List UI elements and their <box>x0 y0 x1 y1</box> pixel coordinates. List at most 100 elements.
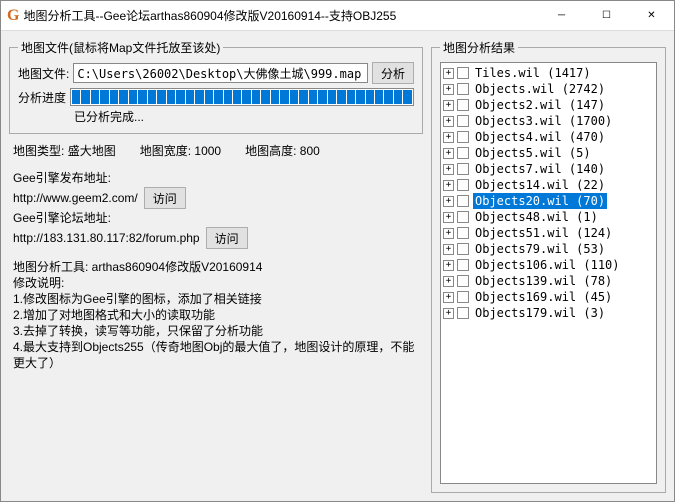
tree-label: Objects.wil (2742) <box>473 81 607 97</box>
expand-icon[interactable]: + <box>443 228 454 239</box>
expand-icon[interactable]: + <box>443 100 454 111</box>
tree-item[interactable]: + Objects7.wil (140) <box>443 161 654 177</box>
expand-icon[interactable]: + <box>443 116 454 127</box>
results-group: 地图分析结果 + Tiles.wil (1417) + Objects.wil (27… <box>431 39 666 493</box>
tree-label: Objects3.wil (1700) <box>473 113 614 129</box>
tree-item[interactable]: + Objects48.wil (1) <box>443 209 654 225</box>
tree-label: Objects14.wil (22) <box>473 177 607 193</box>
maximize-button[interactable]: ☐ <box>584 1 629 30</box>
expand-icon[interactable]: + <box>443 84 454 95</box>
window-title: 地图分析工具--Gee论坛arthas860904修改版V20160914--支… <box>23 7 396 24</box>
map-width-label: 地图宽度: <box>140 144 191 158</box>
tree-label: Objects4.wil (470) <box>473 129 607 145</box>
tree-item[interactable]: + Objects2.wil (147) <box>443 97 654 113</box>
expand-icon[interactable]: + <box>443 148 454 159</box>
tree-checkbox[interactable] <box>457 307 469 319</box>
map-height-label: 地图高度: <box>245 144 296 158</box>
tree-label: Objects20.wil (70) <box>473 193 607 209</box>
file-path-input[interactable] <box>73 63 368 83</box>
tool-title: 地图分析工具: arthas860904修改版V20160914 <box>13 259 419 275</box>
tree-checkbox[interactable] <box>457 83 469 95</box>
expand-icon[interactable]: + <box>443 244 454 255</box>
tree-label: Objects169.wil (45) <box>473 289 614 305</box>
tree-label: Objects179.wil (3) <box>473 305 607 321</box>
tree-item[interactable]: + Objects139.wil (78) <box>443 273 654 289</box>
tree-item[interactable]: + Objects106.wil (110) <box>443 257 654 273</box>
progress-bar <box>70 88 414 106</box>
app-window: G 地图分析工具--Gee论坛arthas860904修改版V20160914-… <box>0 0 675 502</box>
tree-item[interactable]: + Objects.wil (2742) <box>443 81 654 97</box>
tree-label: Objects7.wil (140) <box>473 161 607 177</box>
visit-publish-button[interactable]: 访问 <box>144 187 186 209</box>
file-group: 地图文件(鼠标将Map文件托放至该处) 地图文件: 分析 分析进度 已分析完成.… <box>9 39 423 134</box>
expand-icon[interactable]: + <box>443 68 454 79</box>
file-label: 地图文件: <box>18 65 69 82</box>
tree-checkbox[interactable] <box>457 211 469 223</box>
forum-title: Gee引擎论坛地址: <box>13 209 419 227</box>
tree-checkbox[interactable] <box>457 179 469 191</box>
tree-checkbox[interactable] <box>457 275 469 287</box>
desc-line-4: 4.最大支持到Objects255（传奇地图Obj的最大值了，地图设计的原理，不… <box>13 339 419 371</box>
map-width-value: 1000 <box>194 144 221 158</box>
map-type-label: 地图类型: <box>13 144 64 158</box>
tree-checkbox[interactable] <box>457 227 469 239</box>
tree-label: Tiles.wil (1417) <box>473 65 593 81</box>
tree-item[interactable]: + Objects79.wil (53) <box>443 241 654 257</box>
expand-icon[interactable]: + <box>443 132 454 143</box>
tree-checkbox[interactable] <box>457 131 469 143</box>
tree-item[interactable]: + Objects14.wil (22) <box>443 177 654 193</box>
tree-label: Objects48.wil (1) <box>473 209 600 225</box>
desc-title: 修改说明: <box>13 275 419 291</box>
expand-icon[interactable]: + <box>443 260 454 271</box>
expand-icon[interactable]: + <box>443 180 454 191</box>
tree-label: Objects139.wil (78) <box>473 273 614 289</box>
desc-line-3: 3.去掉了转换，读写等功能，只保留了分析功能 <box>13 323 419 339</box>
expand-icon[interactable]: + <box>443 276 454 287</box>
results-tree[interactable]: + Tiles.wil (1417) + Objects.wil (2742) + Obj… <box>440 62 657 484</box>
tree-label: Objects5.wil (5) <box>473 145 593 161</box>
progress-label: 分析进度 <box>18 89 66 106</box>
tree-item[interactable]: + Objects4.wil (470) <box>443 129 654 145</box>
tree-item[interactable]: + Objects169.wil (45) <box>443 289 654 305</box>
app-icon: G <box>7 7 19 25</box>
publish-url: http://www.geem2.com/ <box>13 189 138 207</box>
results-legend: 地图分析结果 <box>440 39 518 56</box>
tree-label: Objects51.wil (124) <box>473 225 614 241</box>
tree-checkbox[interactable] <box>457 67 469 79</box>
file-group-legend: 地图文件(鼠标将Map文件托放至该处) <box>18 39 223 56</box>
map-type-value: 盛大地图 <box>68 144 116 158</box>
forum-url: http://183.131.80.117:82/forum.php <box>13 229 200 247</box>
analyze-button[interactable]: 分析 <box>372 62 414 84</box>
map-height-value: 800 <box>300 144 320 158</box>
tree-checkbox[interactable] <box>457 195 469 207</box>
tree-label: Objects106.wil (110) <box>473 257 622 273</box>
tree-item[interactable]: + Objects3.wil (1700) <box>443 113 654 129</box>
tree-checkbox[interactable] <box>457 243 469 255</box>
tree-checkbox[interactable] <box>457 115 469 127</box>
publish-title: Gee引擎发布地址: <box>13 169 419 187</box>
tree-item[interactable]: + Tiles.wil (1417) <box>443 65 654 81</box>
expand-icon[interactable]: + <box>443 292 454 303</box>
tree-checkbox[interactable] <box>457 163 469 175</box>
titlebar[interactable]: G 地图分析工具--Gee论坛arthas860904修改版V20160914-… <box>1 1 674 31</box>
close-button[interactable]: ✕ <box>629 1 674 30</box>
tree-checkbox[interactable] <box>457 99 469 111</box>
tree-label: Objects79.wil (53) <box>473 241 607 257</box>
tree-checkbox[interactable] <box>457 259 469 271</box>
tree-item[interactable]: + Objects179.wil (3) <box>443 305 654 321</box>
expand-icon[interactable]: + <box>443 196 454 207</box>
tree-checkbox[interactable] <box>457 147 469 159</box>
tree-item[interactable]: + Objects51.wil (124) <box>443 225 654 241</box>
desc-line-2: 2.增加了对地图格式和大小的读取功能 <box>13 307 419 323</box>
expand-icon[interactable]: + <box>443 308 454 319</box>
status-text: 已分析完成... <box>74 108 414 125</box>
tree-item[interactable]: + Objects5.wil (5) <box>443 145 654 161</box>
tree-checkbox[interactable] <box>457 291 469 303</box>
tree-item[interactable]: + Objects20.wil (70) <box>443 193 654 209</box>
expand-icon[interactable]: + <box>443 164 454 175</box>
visit-forum-button[interactable]: 访问 <box>206 227 248 249</box>
desc-line-1: 1.修改图标为Gee引擎的图标，添加了相关链接 <box>13 291 419 307</box>
tree-label: Objects2.wil (147) <box>473 97 607 113</box>
minimize-button[interactable]: ─ <box>539 1 584 30</box>
expand-icon[interactable]: + <box>443 212 454 223</box>
